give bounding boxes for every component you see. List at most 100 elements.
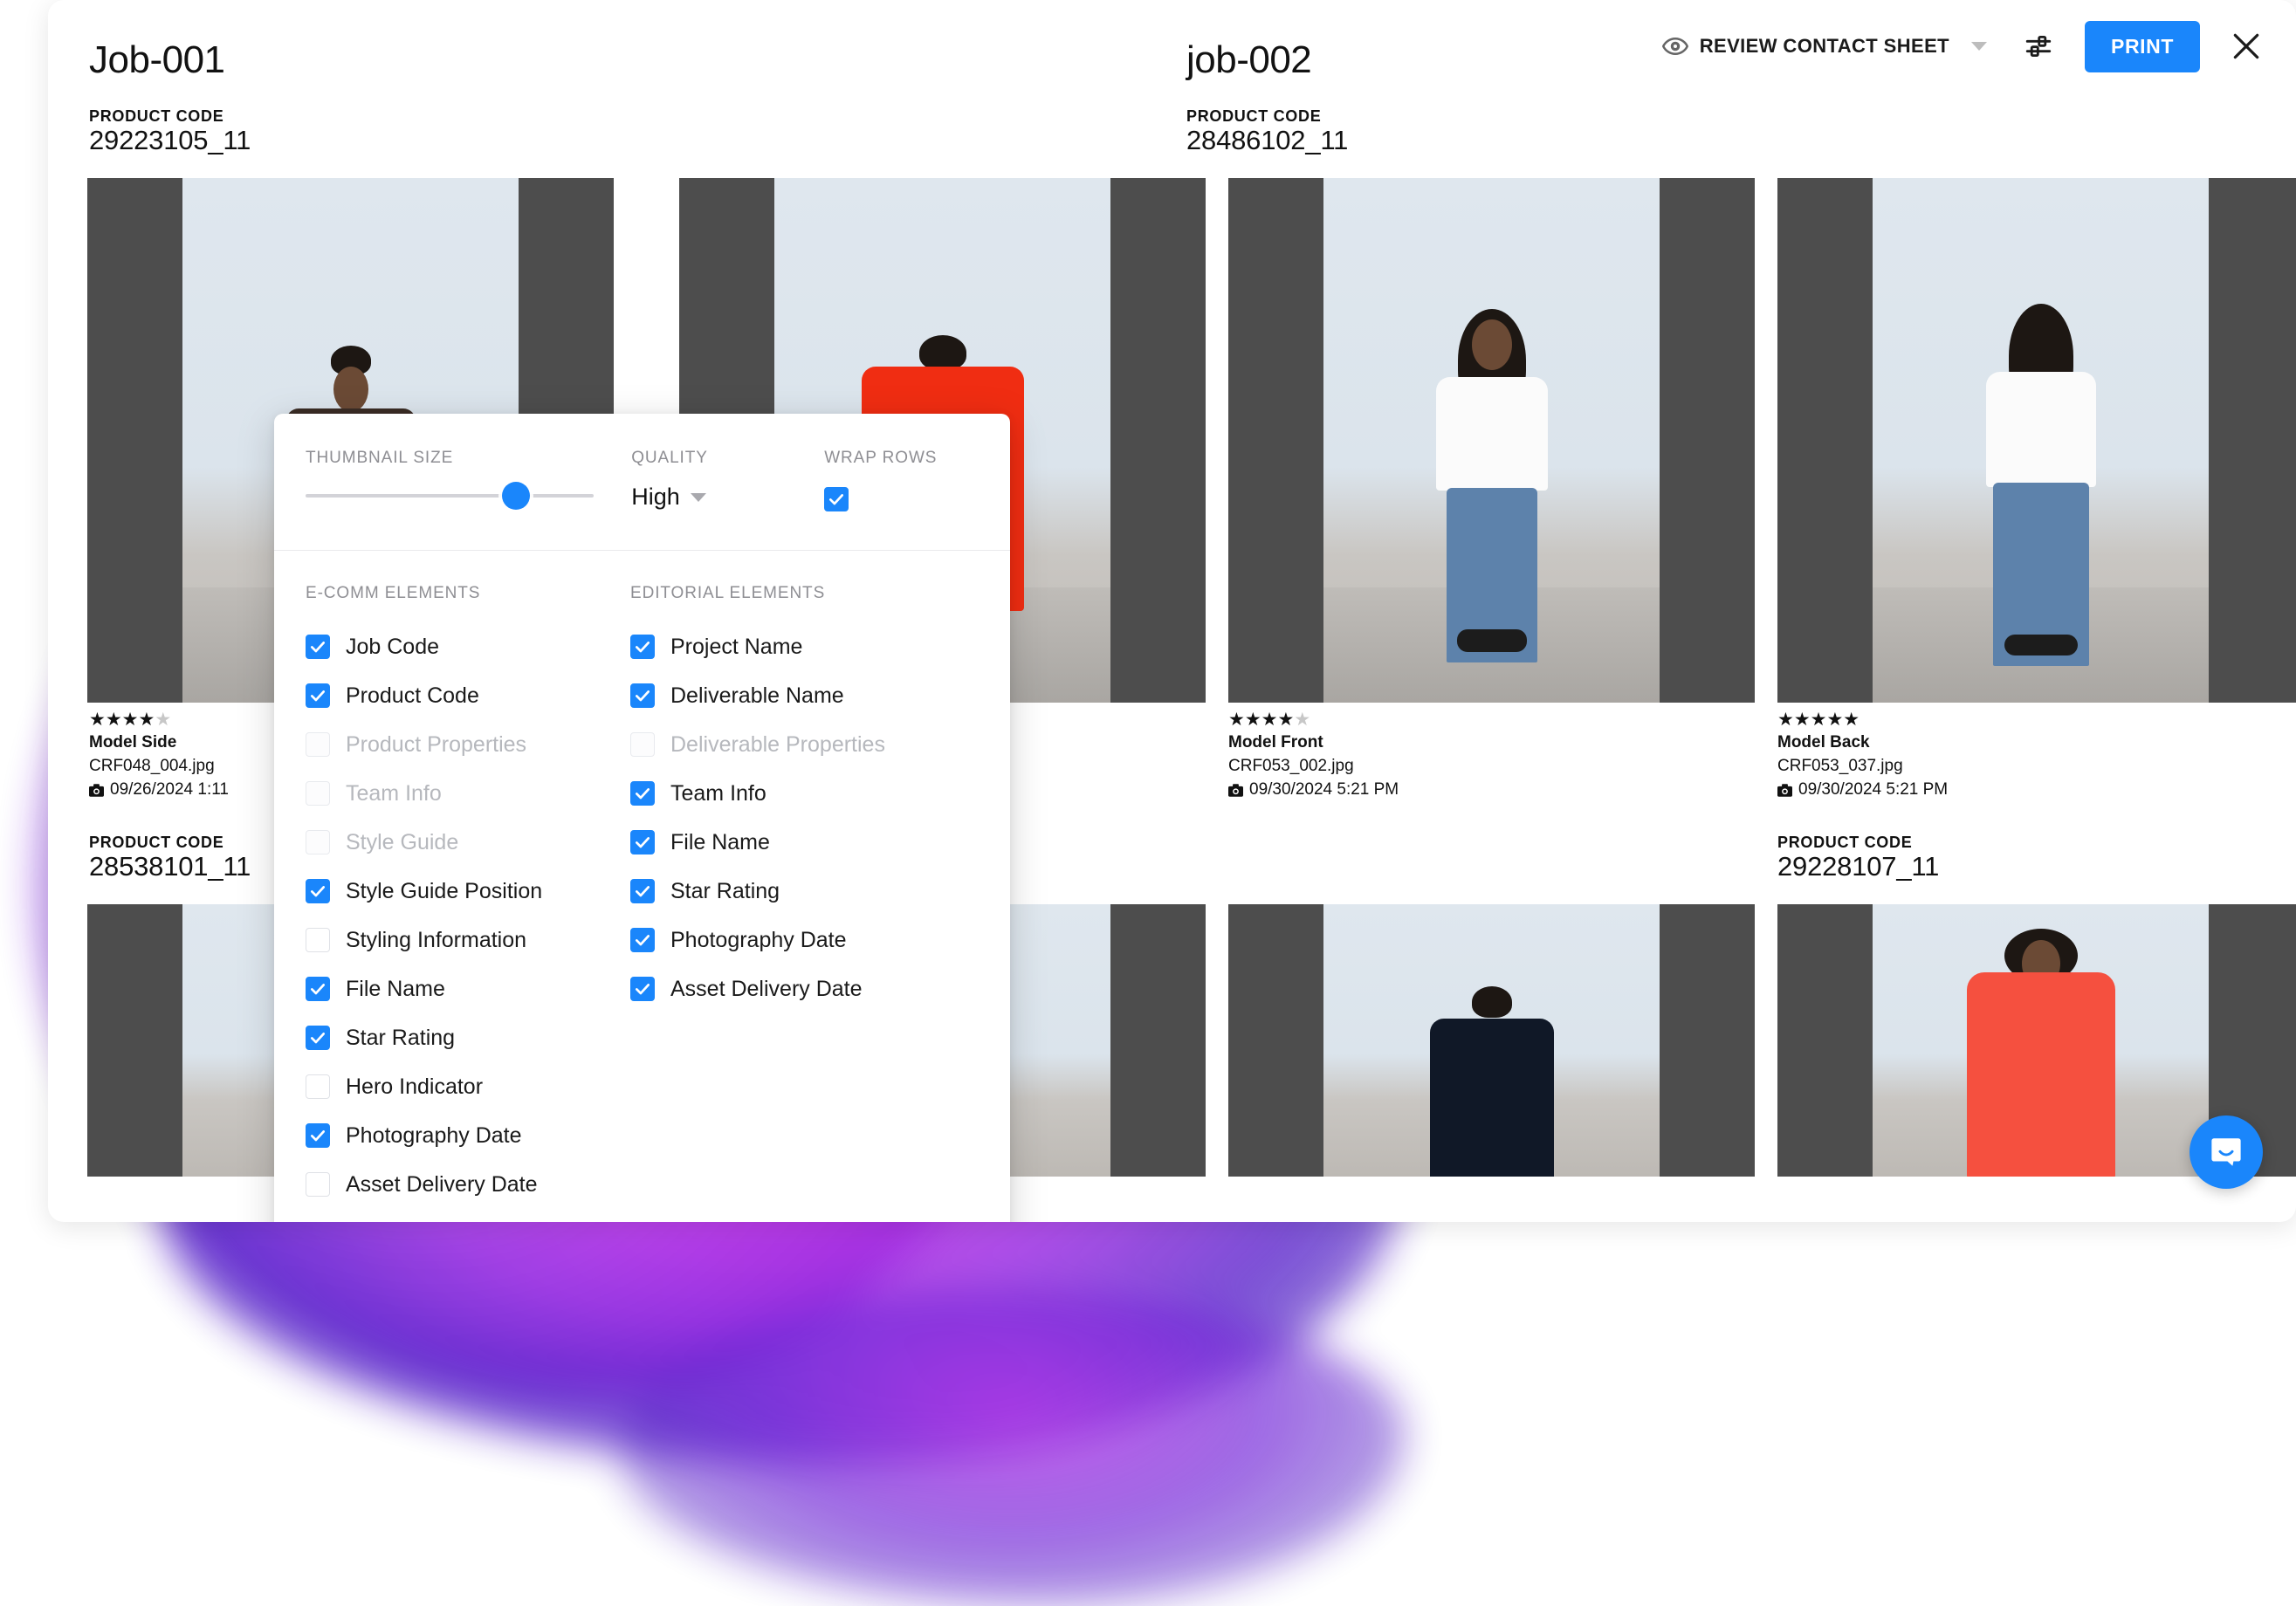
photography-date-text: 09/30/2024 5:21 PM [1249, 780, 1399, 799]
editorial-elements-heading: EDITORIAL ELEMENTS [630, 584, 826, 602]
photography-date-text: 09/26/2024 1:11 [110, 780, 229, 799]
ecomm-element-checkbox-9[interactable] [306, 1074, 330, 1099]
ecomm-elements-heading: E-COMM ELEMENTS [306, 584, 481, 602]
ecomm-element-row-5[interactable]: Style Guide Position [306, 867, 630, 916]
ecomm-element-label-10: Photography Date [346, 1122, 522, 1148]
editorial-element-checkbox-7[interactable] [630, 977, 655, 1001]
thumbnail-caption: ★★★★★ Model Back CRF053_037.jpg 09/30/20… [1777, 710, 2127, 800]
glow-blob [620, 1292, 1406, 1606]
editorial-element-row-6[interactable]: Photography Date [630, 916, 955, 964]
editorial-element-label-2: Deliverable Properties [670, 731, 885, 757]
product-code-label: PRODUCT CODE [89, 107, 224, 125]
ecomm-element-checkbox-6[interactable] [306, 928, 330, 952]
thumbnail-image[interactable] [1228, 904, 1755, 1177]
editorial-element-row-1[interactable]: Deliverable Name [630, 671, 955, 720]
ecomm-element-checkbox-0[interactable] [306, 635, 330, 659]
quality-select[interactable]: High [631, 484, 824, 511]
editorial-element-row-7[interactable]: Asset Delivery Date [630, 964, 955, 1013]
thumbnail-size-control: THUMBNAIL SIZE [306, 449, 631, 510]
deliverable-name: Model Back [1777, 733, 1870, 752]
ecomm-element-checkbox-7[interactable] [306, 977, 330, 1001]
review-mode-selector[interactable]: REVIEW CONTACT SHEET [1661, 33, 1987, 59]
ecomm-element-label-1: Product Code [346, 683, 479, 708]
ecomm-element-row-1[interactable]: Product Code [306, 671, 630, 720]
file-name: CRF053_002.jpg [1228, 757, 1354, 775]
panel-top-section: THUMBNAIL SIZE QUALITY High WRAP ROWS [274, 414, 1010, 550]
editorial-element-row-5[interactable]: Star Rating [630, 867, 955, 916]
wrap-rows-checkbox[interactable] [824, 487, 849, 511]
ecomm-element-row-9[interactable]: Hero Indicator [306, 1062, 630, 1111]
slider-handle[interactable] [501, 482, 530, 510]
display-settings-panel: THUMBNAIL SIZE QUALITY High WRAP ROWS E-… [274, 414, 1010, 1222]
photography-date: 09/30/2024 5:21 PM [1228, 780, 1578, 800]
deliverable-name: Model Front [1228, 733, 1323, 752]
product-code-label: PRODUCT CODE [89, 834, 224, 851]
sliders-icon[interactable] [2024, 31, 2053, 61]
editorial-element-checkbox-6[interactable] [630, 928, 655, 952]
close-icon[interactable] [2230, 30, 2263, 63]
ecomm-element-checkbox-10[interactable] [306, 1123, 330, 1148]
ecomm-elements-column: E-COMM ELEMENTS Job Code Product Code Prod… [306, 584, 630, 1209]
editorial-element-checkbox-5[interactable] [630, 879, 655, 903]
ecomm-element-row-3: Team Info [306, 769, 630, 818]
thumbnail-image[interactable] [1777, 178, 2296, 703]
product-code-value: 29228107_11 [1777, 851, 1940, 882]
ecomm-element-label-2: Product Properties [346, 731, 527, 757]
editorial-element-checkbox-0[interactable] [630, 635, 655, 659]
camera-icon [1777, 783, 1792, 797]
ecomm-element-checkbox-1[interactable] [306, 683, 330, 708]
editorial-element-label-5: Star Rating [670, 878, 780, 903]
top-toolbar: REVIEW CONTACT SHEET PRINT [1661, 16, 2263, 77]
contact-sheet-card: REVIEW CONTACT SHEET PRINT Job-001 PRODU… [48, 0, 2296, 1222]
editorial-element-checkbox-4[interactable] [630, 830, 655, 854]
print-button[interactable]: PRINT [2085, 20, 2200, 72]
editorial-element-label-4: File Name [670, 829, 770, 854]
wrap-rows-label: WRAP ROWS [824, 449, 938, 467]
review-mode-label: REVIEW CONTACT SHEET [1699, 35, 1949, 57]
ecomm-element-row-11[interactable]: Asset Delivery Date [306, 1160, 630, 1209]
editorial-element-label-7: Asset Delivery Date [670, 976, 863, 1001]
ecomm-elements-list: Job Code Product Code Product Properties Te… [306, 622, 630, 1209]
ecomm-element-row-8[interactable]: Star Rating [306, 1013, 630, 1062]
ecomm-element-label-11: Asset Delivery Date [346, 1171, 538, 1197]
editorial-element-checkbox-3[interactable] [630, 781, 655, 806]
eye-icon [1661, 33, 1688, 59]
ecomm-element-label-8: Star Rating [346, 1025, 456, 1050]
editorial-elements-list: Project Name Deliverable Name Deliverable … [630, 622, 955, 1013]
product-code-value: 28538101_11 [89, 851, 251, 882]
chevron-down-icon [690, 492, 706, 502]
chat-bubble-button[interactable] [2189, 1115, 2263, 1189]
job-title: Job-001 [89, 38, 225, 81]
product-code-value: 29223105_11 [89, 125, 251, 155]
editorial-element-row-0[interactable]: Project Name [630, 622, 955, 671]
thumbnail-caption: ★★★★★ Model Front CRF053_002.jpg 09/30/2… [1228, 710, 1578, 800]
ecomm-element-checkbox-11[interactable] [306, 1172, 330, 1197]
ecomm-element-row-7[interactable]: File Name [306, 964, 630, 1013]
editorial-element-row-4[interactable]: File Name [630, 818, 955, 867]
editorial-element-checkbox-1[interactable] [630, 683, 655, 708]
photography-date: 09/30/2024 5:21 PM [1777, 780, 2127, 800]
photography-date-text: 09/30/2024 5:21 PM [1798, 780, 1949, 799]
ecomm-element-label-5: Style Guide Position [346, 878, 543, 903]
ecomm-element-label-7: File Name [346, 976, 445, 1001]
star-rating: ★★★★★ [1777, 710, 1860, 730]
ecomm-element-row-10[interactable]: Photography Date [306, 1111, 630, 1160]
editorial-element-row-2: Deliverable Properties [630, 720, 955, 769]
ecomm-element-row-6[interactable]: Styling Information [306, 916, 630, 964]
product-code-label: PRODUCT CODE [1186, 107, 1322, 125]
editorial-element-label-3: Team Info [670, 780, 766, 806]
star-rating: ★★★★★ [1228, 710, 1311, 730]
editorial-element-row-3[interactable]: Team Info [630, 769, 955, 818]
product-code-value: 28486102_11 [1186, 125, 1349, 155]
editorial-element-label-6: Photography Date [670, 927, 847, 952]
ecomm-element-checkbox-8[interactable] [306, 1026, 330, 1050]
editorial-element-checkbox-2 [630, 732, 655, 757]
ecomm-element-row-0[interactable]: Job Code [306, 622, 630, 671]
editorial-elements-column: EDITORIAL ELEMENTS Project Name Deliverab… [630, 584, 955, 1209]
product-code-label: PRODUCT CODE [1777, 834, 1913, 851]
ecomm-element-checkbox-5[interactable] [306, 879, 330, 903]
file-name: CRF053_037.jpg [1777, 757, 1903, 775]
thumbnail-size-slider[interactable] [306, 482, 594, 510]
thumbnail-image[interactable] [1228, 178, 1755, 703]
ecomm-element-label-6: Styling Information [346, 927, 527, 952]
